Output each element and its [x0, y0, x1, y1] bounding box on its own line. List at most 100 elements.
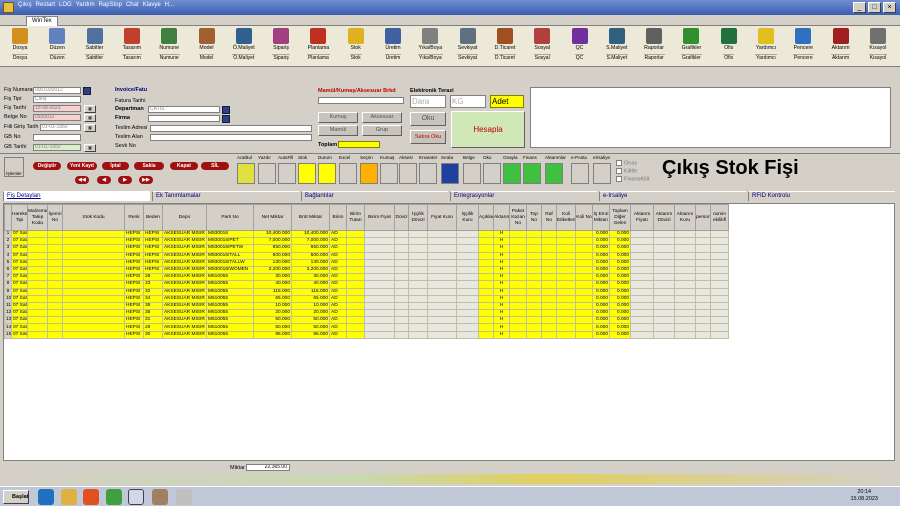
fis-no-field[interactable]: 0001930012 [33, 87, 81, 94]
table-cell[interactable] [556, 280, 576, 289]
table-cell[interactable]: 12 [4, 309, 12, 318]
table-cell[interactable] [27, 229, 48, 239]
kumas-button[interactable]: Kumaş [318, 112, 358, 123]
dara-field[interactable]: Dara [410, 95, 446, 108]
table-cell[interactable] [427, 251, 457, 260]
table-cell[interactable] [526, 287, 542, 296]
table-cell[interactable]: M610055 [206, 273, 254, 282]
table-cell[interactable] [710, 265, 729, 275]
table-cell[interactable]: 500.000 [291, 251, 330, 260]
table-cell[interactable]: 650.000 [291, 244, 330, 253]
table-cell[interactable] [27, 287, 48, 296]
table-cell[interactable]: AKSESUAR MISIR [162, 287, 207, 296]
table-cell[interactable]: 07 Satis [11, 237, 28, 246]
table-cell[interactable] [364, 251, 395, 260]
toolbar-dropdown[interactable]: Ofis [723, 54, 735, 61]
table-cell[interactable] [456, 330, 479, 339]
table-cell[interactable] [394, 301, 409, 311]
table-cell[interactable]: HEPSI [143, 237, 163, 246]
table-cell[interactable]: HEPSI [124, 309, 144, 318]
table-cell[interactable] [456, 251, 479, 260]
table-cell[interactable] [541, 309, 557, 318]
table-cell[interactable]: 10.000 [291, 301, 330, 311]
column-header[interactable]: Birim Fiyat [364, 204, 395, 231]
table-cell[interactable] [27, 309, 48, 318]
toolbar-sipari[interactable]: Sipariş Sipariş [264, 27, 298, 66]
fis-tipi-field[interactable]: Çıkış [33, 96, 81, 103]
table-cell[interactable] [630, 280, 654, 289]
table-cell[interactable] [630, 287, 654, 296]
table-cell[interactable] [509, 330, 527, 339]
table-cell[interactable] [394, 229, 409, 239]
table-cell[interactable]: HEPSI [124, 258, 144, 267]
table-cell[interactable]: 65.000 [291, 294, 330, 303]
table-cell[interactable]: HEPSI [124, 287, 144, 296]
table-cell[interactable] [630, 294, 654, 303]
column-header[interactable]: Parti No [206, 204, 254, 231]
table-cell[interactable]: AD [329, 237, 347, 246]
table-cell[interactable]: 9 [4, 287, 12, 296]
toolbar-dropdown[interactable]: S.Maliyet [605, 54, 629, 61]
grup-button[interactable]: Grup [362, 125, 402, 136]
table-cell[interactable] [526, 229, 542, 239]
table-cell[interactable]: 0.000 [592, 316, 610, 325]
table-cell[interactable]: AKSESUAR MISIR [162, 237, 207, 246]
table-cell[interactable]: H [493, 273, 510, 282]
table-cell[interactable] [710, 287, 729, 296]
finance-icon[interactable] [523, 163, 541, 184]
table-cell[interactable]: 7,000.000 [291, 237, 330, 246]
table-cell[interactable]: H [493, 309, 510, 318]
table-cell[interactable] [526, 237, 542, 246]
mamul-button[interactable]: Mamül [318, 125, 358, 136]
table-cell[interactable] [509, 280, 527, 289]
table-cell[interactable] [394, 273, 409, 282]
table-cell[interactable] [47, 330, 63, 339]
table-cell[interactable]: HEPSI [124, 330, 144, 339]
column-header[interactable]: Net Miktar [253, 204, 292, 231]
toolbar-dropdown[interactable]: QC [574, 54, 585, 61]
toolbar-dropdown[interactable]: Numune [158, 54, 180, 61]
table-cell[interactable] [27, 237, 48, 246]
table-cell[interactable]: M930016/PETW [206, 244, 254, 253]
column-header[interactable]: Hareket Tipi [11, 204, 28, 231]
table-cell[interactable]: HEPSI [143, 244, 163, 253]
table-cell[interactable]: 0.000 [592, 294, 610, 303]
table-cell[interactable] [541, 316, 557, 325]
table-cell[interactable]: 0.000 [592, 237, 610, 246]
table-cell[interactable] [556, 258, 576, 267]
table-cell[interactable] [630, 273, 654, 282]
table-cell[interactable] [695, 330, 711, 339]
table-cell[interactable] [509, 251, 527, 260]
table-cell[interactable] [653, 273, 675, 282]
table-cell[interactable] [695, 251, 711, 260]
table-cell[interactable] [346, 244, 365, 253]
table-cell[interactable]: H [493, 280, 510, 289]
finanskilit-checkbox[interactable]: FinansKilit [616, 176, 649, 182]
toolbar-ykaboya[interactable]: Yıka/Boya Yıka/Boya [413, 27, 447, 66]
table-cell[interactable] [509, 309, 527, 318]
table-cell[interactable]: 0.000 [609, 265, 631, 275]
table-cell[interactable]: 31 [143, 316, 163, 325]
table-cell[interactable]: HEPSI [124, 237, 144, 246]
table-cell[interactable]: 0.000 [592, 229, 610, 239]
table-cell[interactable] [526, 273, 542, 282]
table-cell[interactable] [575, 280, 593, 289]
table-cell[interactable] [526, 244, 542, 253]
toolbar-yardmc[interactable]: Yardımcı Yardımcı [749, 27, 783, 66]
stock-icon[interactable] [298, 163, 316, 184]
table-cell[interactable]: AKSESUAR MISIR [162, 316, 207, 325]
table-cell[interactable]: 7 [4, 273, 12, 282]
table-cell[interactable] [556, 309, 576, 318]
gb-tarihi-picker[interactable]: ▦ [84, 144, 96, 152]
menu-item-2[interactable]: LOG [59, 2, 72, 8]
table-cell[interactable] [526, 294, 542, 303]
table-cell[interactable] [394, 280, 409, 289]
table-cell[interactable] [478, 229, 494, 239]
table-cell[interactable]: 3,200.000 [253, 265, 292, 275]
autofill-icon[interactable] [278, 163, 296, 184]
table-cell[interactable]: 5 [4, 258, 12, 267]
table-cell[interactable] [364, 323, 395, 332]
column-header[interactable]: İşemri No [47, 204, 63, 231]
satira-oku-button[interactable]: Satıra Oku [410, 130, 446, 144]
table-cell[interactable] [456, 294, 479, 303]
